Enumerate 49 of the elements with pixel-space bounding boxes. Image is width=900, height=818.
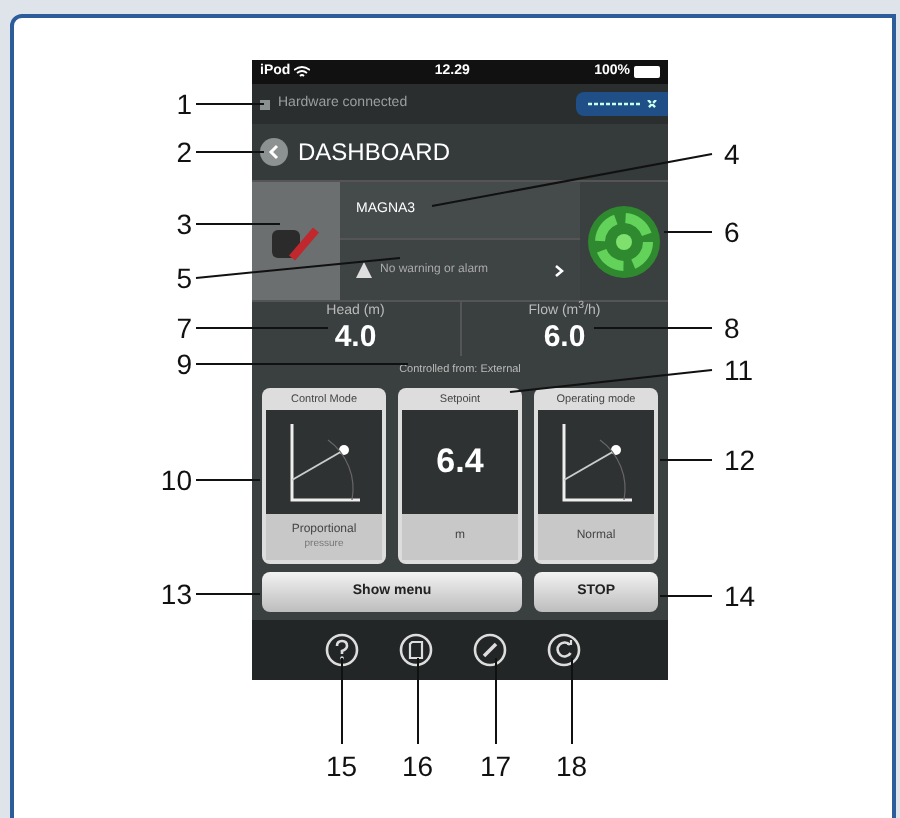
leader-line (195, 593, 261, 595)
leader-line (417, 657, 419, 745)
reading-value: 4.0 (334, 320, 377, 354)
callout-number: 2 (176, 136, 192, 168)
callout-number: 17 (480, 750, 512, 782)
callout-number: 10 (160, 464, 192, 496)
leader-line (195, 479, 261, 481)
callout-number: 14 (724, 580, 756, 612)
callout-number: 9 (176, 348, 192, 380)
callout-number: 8 (724, 312, 740, 344)
leader-line (341, 657, 343, 745)
wifi-icon (294, 66, 311, 78)
callout-number: 6 (724, 216, 740, 248)
callout-number: 13 (160, 578, 192, 610)
logo-icon (576, 92, 668, 116)
callout-number: 15 (326, 750, 358, 782)
warning-icon (356, 262, 372, 278)
chevron-icon (268, 144, 280, 160)
leader-line (593, 327, 713, 329)
pump-photo-placeholder (252, 182, 340, 300)
callout-number: 4 (724, 138, 740, 170)
chevron-icon (554, 263, 564, 277)
callout-number: 1 (176, 88, 192, 120)
pump-status-icon[interactable] (586, 203, 662, 279)
callout-number: 12 (724, 444, 756, 476)
leader-line (195, 151, 265, 153)
callout-number: 16 (402, 750, 434, 782)
back-button[interactable] (260, 138, 288, 166)
callout-number: 5 (176, 262, 192, 294)
battery-icon (633, 66, 660, 78)
reading-value: 6.0 (543, 320, 586, 354)
leader-line (659, 459, 713, 461)
leader-line (571, 657, 573, 745)
document-icon[interactable] (398, 632, 434, 668)
leader-line (195, 327, 329, 329)
refresh-icon[interactable] (546, 632, 582, 668)
callout-number: 7 (176, 312, 192, 344)
leader-line (195, 103, 265, 105)
callout-number: 18 (556, 750, 588, 782)
pencil-icon[interactable] (472, 632, 508, 668)
leader-line (659, 595, 713, 597)
setpoint-value: 6.4 (436, 440, 484, 485)
leader-line (195, 223, 281, 225)
screen-title: DASHBOARD (298, 136, 451, 170)
help-icon[interactable] (324, 632, 360, 668)
callout-number: 11 (724, 354, 754, 386)
leader-line (663, 231, 713, 233)
leader-line (495, 657, 497, 745)
callout-number: 3 (176, 208, 192, 240)
